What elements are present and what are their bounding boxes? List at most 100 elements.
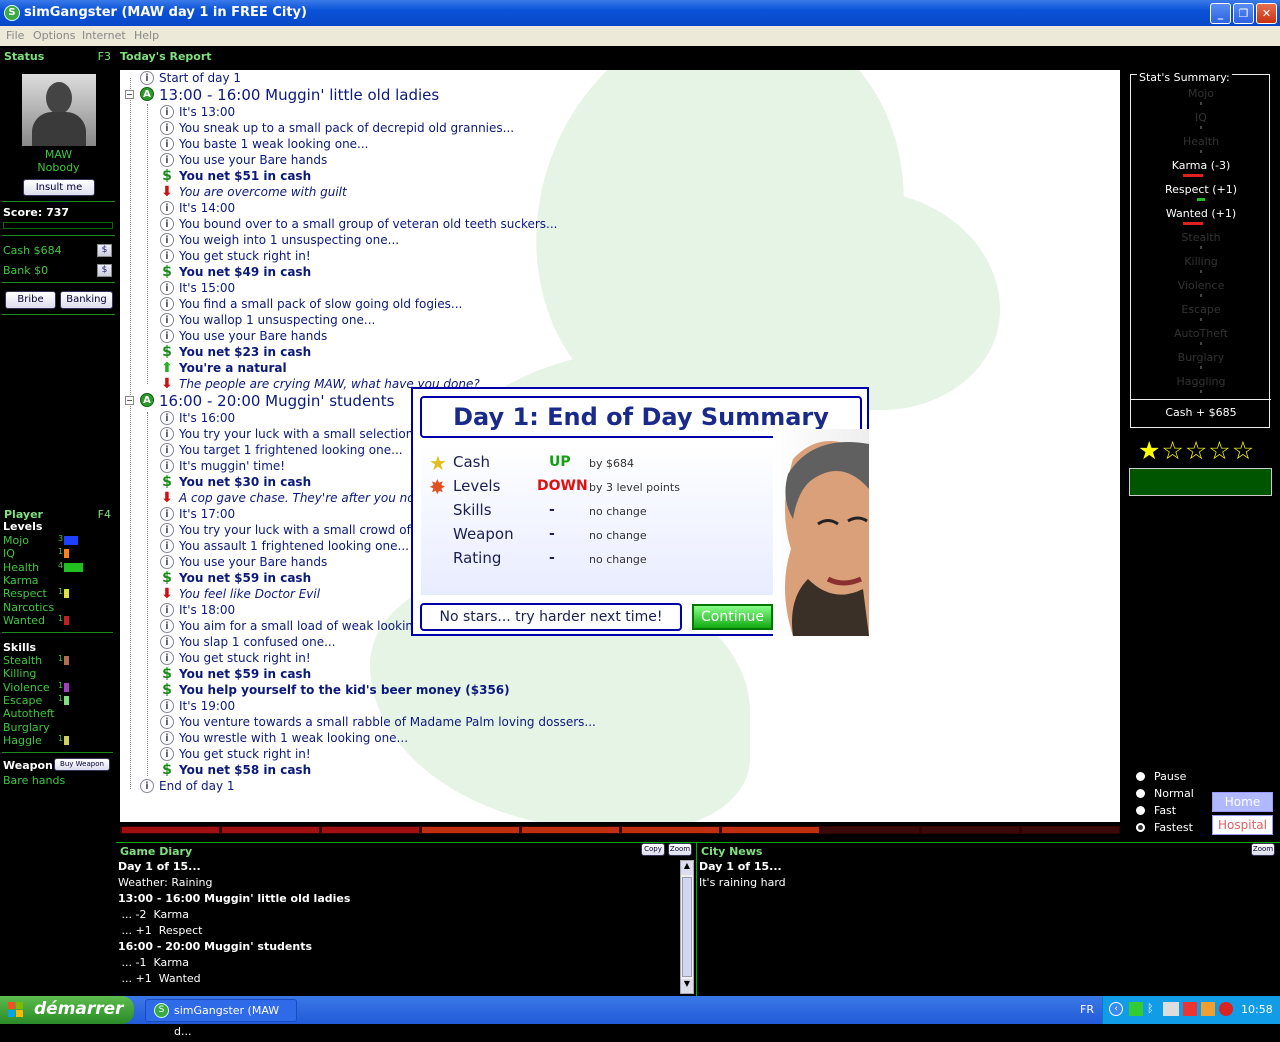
radio-icon[interactable] [1136, 789, 1145, 798]
bribe-button[interactable]: Bribe [5, 291, 56, 309]
report-row[interactable]: i You use your Bare hands [160, 152, 327, 168]
level-bar [64, 536, 78, 545]
report-row[interactable]: ⬇ A cop gave chase. They're after you now [160, 490, 424, 506]
report-row[interactable]: i You aim for a small load of weak lookin… [160, 618, 439, 634]
report-row[interactable]: i You use your Bare hands [160, 328, 327, 344]
tray-app-icon[interactable] [1201, 1002, 1215, 1016]
report-row[interactable]: i You try your luck with a small selectio… [160, 426, 429, 442]
network-icon[interactable] [1129, 1002, 1143, 1016]
report-row[interactable]: i You weigh into 1 unsuspecting one... [160, 232, 399, 248]
report-row[interactable]: i It's 18:00 [160, 602, 235, 618]
tray-expand-icon[interactable]: ‹ [1109, 1002, 1123, 1016]
report-row-text: You baste 1 weak looking one... [179, 137, 369, 151]
speed-fast[interactable]: Fast [1136, 804, 1176, 817]
report-row[interactable]: $ You net $49 in cash [160, 264, 311, 280]
report-row[interactable]: A − 16:00 - 20:00 Muggin' students [125, 392, 394, 410]
report-row[interactable]: i You assault 1 frightened looking one... [160, 538, 409, 554]
rating-box [1129, 468, 1272, 496]
report-row[interactable]: i It's muggin' time! [160, 458, 285, 474]
report-row[interactable]: i Start of day 1 [140, 70, 241, 86]
cash-button[interactable]: $ [97, 244, 112, 257]
report-row[interactable]: $ You net $58 in cash [160, 762, 311, 778]
radio-icon[interactable] [1136, 806, 1145, 815]
level-health: Health [3, 560, 40, 574]
scroll-down-icon[interactable]: ▼ [681, 979, 693, 993]
skill-value: 1 [58, 694, 64, 703]
menu-file[interactable]: File [6, 29, 24, 42]
report-row[interactable]: $ You net $59 in cash [160, 666, 311, 682]
collapse-icon[interactable]: − [125, 90, 134, 99]
hospital-button[interactable]: Hospital [1212, 815, 1273, 835]
skill-stealth: Stealth [3, 654, 43, 668]
home-button[interactable]: Home [1212, 792, 1273, 812]
collapse-icon[interactable]: − [125, 396, 134, 405]
report-row[interactable]: i You get stuck right in! [160, 650, 311, 666]
report-row[interactable]: i You find a small pack of slow going old… [160, 296, 462, 312]
info-icon: i [160, 539, 174, 553]
report-row[interactable]: ⬆ You're a natural [160, 360, 286, 376]
report-row[interactable]: $ You net $59 in cash [160, 570, 311, 586]
report-row[interactable]: i You wrestle with 1 weak looking one... [160, 730, 408, 746]
menu-options[interactable]: Options [33, 29, 75, 42]
report-row[interactable]: i You venture towards a small rabble of M… [160, 714, 596, 730]
security-icon[interactable] [1219, 1002, 1233, 1016]
speed-normal[interactable]: Normal [1136, 787, 1194, 800]
report-row[interactable]: $ You net $23 in cash [160, 344, 311, 360]
start-button[interactable]: démarrer [0, 996, 134, 1024]
buy-weapon-button[interactable]: Buy Weapon [54, 758, 110, 772]
report-row[interactable]: i It's 13:00 [160, 104, 235, 120]
report-row[interactable]: $ You help yourself to the kid's beer mon… [160, 682, 510, 698]
report-row[interactable]: ⬇ You are overcome with guilt [160, 184, 347, 200]
stat-change-bar [1200, 390, 1202, 393]
menu-help[interactable]: Help [134, 29, 159, 42]
minimize-button[interactable]: _ [1210, 3, 1231, 24]
stat-autotheft: AutoTheft [1174, 327, 1228, 340]
bank-amount: Bank $0 [3, 264, 49, 277]
radio-icon[interactable] [1136, 772, 1145, 781]
bluetooth-icon[interactable]: ᛒ [1147, 1002, 1159, 1016]
report-row[interactable]: A − 13:00 - 16:00 Muggin' little old ladie… [125, 86, 439, 104]
copy-button[interactable]: Copy [641, 843, 665, 856]
report-row[interactable]: i It's 19:00 [160, 698, 235, 714]
diary-zoom-button[interactable]: Zoom [668, 843, 692, 856]
taskbar-item-simgangster[interactable]: S simGangster (MAW d... [145, 999, 297, 1038]
scroll-thumb[interactable] [682, 877, 692, 977]
report-row[interactable]: i You sneak up to a small pack of decrepi… [160, 120, 514, 136]
report-row[interactable]: i You baste 1 weak looking one... [160, 136, 369, 152]
insult-button[interactable]: Insult me now! [23, 179, 95, 208]
report-row[interactable]: i You get stuck right in! [160, 746, 311, 762]
report-row[interactable]: i It's 15:00 [160, 280, 235, 296]
restore-button[interactable]: ❐ [1233, 3, 1254, 24]
news-zoom-button[interactable]: Zoom [1251, 843, 1275, 856]
diary-line: ... -1 Karma [118, 956, 189, 969]
scroll-up-icon[interactable]: ▲ [681, 861, 693, 875]
diary-scrollbar[interactable]: ▲ ▼ [680, 860, 694, 994]
report-row[interactable]: i You slap 1 confused one... [160, 634, 336, 650]
report-row[interactable]: ⬇ You feel like Doctor Evil [160, 586, 320, 602]
banking-button[interactable]: Banking [60, 291, 113, 309]
alert-icon[interactable] [1183, 1002, 1197, 1016]
speed-pause[interactable]: Pause [1136, 770, 1186, 783]
report-row[interactable]: $ You net $51 in cash [160, 168, 311, 184]
menu-internet[interactable]: Internet [82, 29, 126, 42]
report-row[interactable]: i You get stuck right in! [160, 248, 311, 264]
speed-fastest[interactable]: Fastest [1136, 821, 1193, 834]
report-row[interactable]: i You target 1 frightened looking one... [160, 442, 403, 458]
info-icon: i [140, 779, 154, 793]
close-button[interactable]: ✕ [1256, 3, 1277, 24]
language-indicator[interactable]: FR [1080, 1003, 1094, 1016]
report-row[interactable]: i You wallop 1 unsuspecting one... [160, 312, 375, 328]
continue-button[interactable]: Continue [692, 604, 773, 630]
radio-icon[interactable] [1136, 823, 1145, 832]
report-row[interactable]: i End of day 1 [140, 778, 235, 794]
report-row[interactable]: $ You net $30 in cash [160, 474, 311, 490]
report-row[interactable]: i You try your luck with a small crowd of… [160, 522, 436, 538]
report-row[interactable]: i It's 14:00 [160, 200, 235, 216]
report-row[interactable]: i It's 16:00 [160, 410, 235, 426]
report-row[interactable]: i You use your Bare hands [160, 554, 327, 570]
report-row[interactable]: i You bound over to a small group of vete… [160, 216, 558, 232]
monitor-icon[interactable] [1163, 1002, 1179, 1016]
report-row[interactable]: i It's 17:00 [160, 506, 235, 522]
bank-button[interactable]: $ [97, 264, 112, 277]
info-icon: i [160, 105, 174, 119]
